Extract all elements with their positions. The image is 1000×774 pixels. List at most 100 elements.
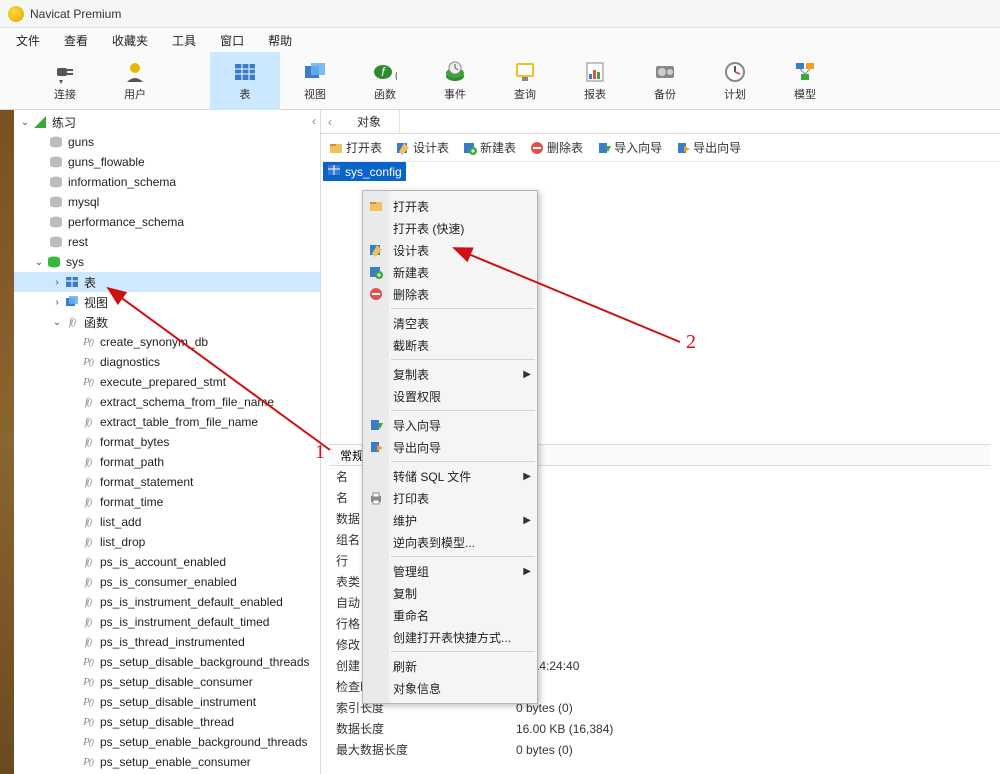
- toolbar-report[interactable]: 报表: [560, 52, 630, 110]
- menu-favorites[interactable]: 收藏夹: [112, 32, 148, 49]
- tree-function[interactable]: diagnostics: [14, 352, 320, 372]
- tree-category-table[interactable]: › 表: [14, 272, 320, 292]
- cm-item[interactable]: 创建打开表快捷方式...: [363, 626, 537, 648]
- tree-function[interactable]: create_synonym_db: [14, 332, 320, 352]
- print-icon: [367, 489, 385, 507]
- menu-file[interactable]: 文件: [16, 32, 40, 49]
- toolbar-function[interactable]: f(x) 函数: [350, 52, 420, 110]
- toolbar-view[interactable]: 视图: [280, 52, 350, 110]
- cm-item[interactable]: 新建表: [363, 261, 537, 283]
- tree-function[interactable]: ps_is_thread_instrumented: [14, 632, 320, 652]
- fx-icon: [80, 694, 96, 710]
- tree-function[interactable]: format_path: [14, 452, 320, 472]
- tree-function[interactable]: format_time: [14, 492, 320, 512]
- tree-function[interactable]: format_statement: [14, 472, 320, 492]
- tree-function[interactable]: ps_setup_disable_consumer: [14, 672, 320, 692]
- cm-item[interactable]: 清空表: [363, 312, 537, 334]
- toolbar-connection[interactable]: 连接: [30, 52, 100, 110]
- tab-scroll-left-icon[interactable]: ‹: [321, 115, 339, 129]
- fx-icon: [80, 554, 96, 570]
- cm-item[interactable]: 转储 SQL 文件▶: [363, 465, 537, 487]
- tree-db[interactable]: performance_schema: [14, 212, 320, 232]
- cm-item[interactable]: 导出向导: [363, 436, 537, 458]
- toolbar-schedule[interactable]: 计划: [700, 52, 770, 110]
- cm-item[interactable]: 设置权限: [363, 385, 537, 407]
- menu-window[interactable]: 窗口: [220, 32, 244, 49]
- cm-item[interactable]: 重命名: [363, 604, 537, 626]
- tree-db[interactable]: mysql: [14, 192, 320, 212]
- btn-open-table[interactable]: 打开表: [325, 137, 386, 158]
- tree-category-view[interactable]: › 视图: [14, 292, 320, 312]
- tree-function[interactable]: ps_setup_disable_thread: [14, 712, 320, 732]
- cm-item[interactable]: 管理组▶: [363, 560, 537, 582]
- cm-item[interactable]: 维护▶: [363, 509, 537, 531]
- expander-icon[interactable]: ›: [50, 277, 64, 288]
- tree-db[interactable]: information_schema: [14, 172, 320, 192]
- toolbar-query[interactable]: 查询: [490, 52, 560, 110]
- cm-item[interactable]: 打开表 (快速): [363, 217, 537, 239]
- toolbar-model[interactable]: 模型: [770, 52, 840, 110]
- cm-label: 清空表: [393, 315, 429, 332]
- table-item-sys_config[interactable]: sys_config: [323, 162, 406, 181]
- cm-item[interactable]: 设计表: [363, 239, 537, 261]
- collapse-handle-icon[interactable]: ‹: [312, 114, 316, 128]
- tree-function[interactable]: ps_is_account_enabled: [14, 552, 320, 572]
- chevron-right-icon: ▶: [523, 566, 531, 577]
- tree-function[interactable]: extract_schema_from_file_name: [14, 392, 320, 412]
- btn-export-wizard[interactable]: 导出向导: [672, 137, 745, 158]
- btn-delete-table[interactable]: 删除表: [526, 137, 587, 158]
- tree-function[interactable]: list_add: [14, 512, 320, 532]
- tree-db[interactable]: guns_flowable: [14, 152, 320, 172]
- tree-db-sys[interactable]: ⌄ sys: [14, 252, 320, 272]
- cm-item[interactable]: 复制: [363, 582, 537, 604]
- btn-design-table[interactable]: 设计表: [392, 137, 453, 158]
- tree-function[interactable]: ps_is_consumer_enabled: [14, 572, 320, 592]
- cm-item[interactable]: 刷新: [363, 655, 537, 677]
- fx-icon: [80, 754, 96, 770]
- cm-item[interactable]: 复制表▶: [363, 363, 537, 385]
- tree-function[interactable]: extract_table_from_file_name: [14, 412, 320, 432]
- toolbar-label: 模型: [794, 86, 816, 102]
- toolbar-event[interactable]: 事件: [420, 52, 490, 110]
- toolbar-label: 查询: [514, 86, 536, 102]
- tree-function[interactable]: ps_setup_disable_instrument: [14, 692, 320, 712]
- tree-function[interactable]: list_drop: [14, 532, 320, 552]
- cm-item[interactable]: 导入向导: [363, 414, 537, 436]
- expander-icon[interactable]: ⌄: [32, 257, 46, 268]
- menu-view[interactable]: 查看: [64, 32, 88, 49]
- cm-label: 导入向导: [393, 417, 441, 434]
- cm-item[interactable]: 打印表: [363, 487, 537, 509]
- cm-item[interactable]: 截断表: [363, 334, 537, 356]
- tree-function[interactable]: ps_is_instrument_default_enabled: [14, 592, 320, 612]
- cm-item[interactable]: 对象信息: [363, 677, 537, 699]
- expander-icon[interactable]: ⌄: [50, 317, 64, 328]
- tree-db[interactable]: rest: [14, 232, 320, 252]
- menu-tools[interactable]: 工具: [172, 32, 196, 49]
- props-key: 数据长度: [330, 720, 516, 737]
- cm-item[interactable]: 删除表: [363, 283, 537, 305]
- cm-label: 设置权限: [393, 388, 441, 405]
- tree-db[interactable]: guns: [14, 132, 320, 152]
- tree-category-function[interactable]: ⌄ 函数: [14, 312, 320, 332]
- expander-icon[interactable]: ⌄: [18, 117, 32, 128]
- connection-tree[interactable]: ⌄ 练习 gunsguns_flowableinformation_schema…: [14, 110, 321, 774]
- tree-function[interactable]: ps_setup_disable_background_threads: [14, 652, 320, 672]
- tree-function[interactable]: format_bytes: [14, 432, 320, 452]
- toolbar-backup[interactable]: 备份: [630, 52, 700, 110]
- cm-item[interactable]: 打开表: [363, 195, 537, 217]
- menu-help[interactable]: 帮助: [268, 32, 292, 49]
- expander-icon[interactable]: ›: [50, 297, 64, 308]
- toolbar-table[interactable]: 表: [210, 52, 280, 110]
- table-mini-icon: [64, 274, 80, 290]
- tree-function[interactable]: ps_is_instrument_default_timed: [14, 612, 320, 632]
- btn-import-wizard[interactable]: 导入向导: [593, 137, 666, 158]
- tab-objects[interactable]: 对象: [339, 110, 400, 134]
- tree-function[interactable]: ps_setup_enable_background_threads: [14, 732, 320, 752]
- toolbar-user[interactable]: 用户: [100, 52, 170, 110]
- tree-label: format_bytes: [100, 435, 169, 449]
- tree-function[interactable]: execute_prepared_stmt: [14, 372, 320, 392]
- tree-connection[interactable]: ⌄ 练习: [14, 112, 320, 132]
- cm-item[interactable]: 逆向表到模型...: [363, 531, 537, 553]
- btn-new-table[interactable]: 新建表: [459, 137, 520, 158]
- tree-function[interactable]: ps_setup_enable_consumer: [14, 752, 320, 772]
